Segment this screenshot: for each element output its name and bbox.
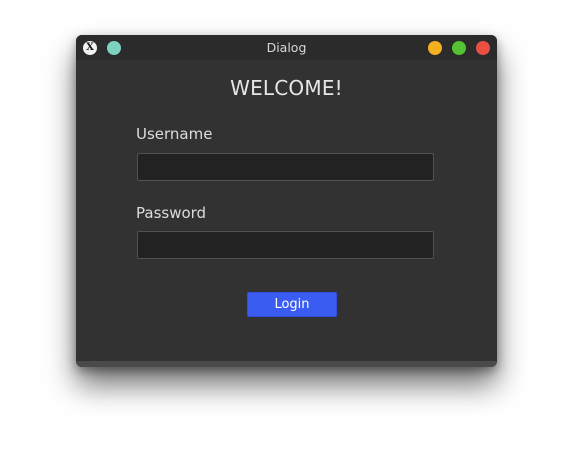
minimize-button[interactable] <box>428 41 442 55</box>
window-bottom-edge <box>76 361 497 367</box>
username-label: Username <box>136 125 213 143</box>
username-input[interactable] <box>137 153 434 181</box>
password-label: Password <box>136 204 207 222</box>
password-input[interactable] <box>137 231 434 259</box>
login-dialog-window: X Dialog WELCOME! Username Password Logi… <box>76 35 497 367</box>
maximize-button[interactable] <box>452 41 466 55</box>
welcome-heading: WELCOME! <box>230 76 343 100</box>
login-button[interactable]: Login <box>247 292 337 317</box>
close-button[interactable] <box>476 41 490 55</box>
title-bar[interactable]: X Dialog <box>76 35 497 60</box>
